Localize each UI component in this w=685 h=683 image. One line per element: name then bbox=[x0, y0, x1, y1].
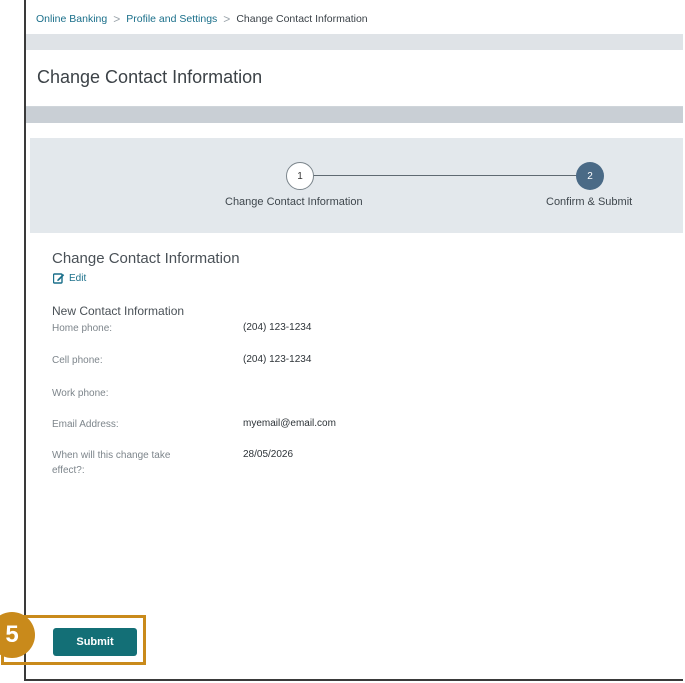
work-phone-label: Work phone: bbox=[52, 388, 109, 399]
chevron-right-icon: > bbox=[223, 12, 231, 26]
edit-icon bbox=[53, 273, 65, 284]
home-phone-label: Home phone: bbox=[52, 323, 113, 334]
title-bar: Change Contact Information bbox=[26, 50, 683, 107]
effective-date-value: 28/05/2026 bbox=[243, 449, 294, 460]
step-1-circle[interactable]: 1 bbox=[286, 162, 314, 190]
breadcrumb-profile-settings[interactable]: Profile and Settings bbox=[126, 13, 217, 25]
page-title: Change Contact Information bbox=[37, 67, 263, 87]
progress-stepper: 1 2 Change Contact Information Confirm &… bbox=[30, 138, 683, 233]
breadcrumb: Online Banking > Profile and Settings > … bbox=[36, 12, 368, 26]
email-value: myemail@email.com bbox=[243, 418, 336, 429]
app-frame: Online Banking > Profile and Settings > … bbox=[24, 0, 683, 681]
title-band bbox=[26, 107, 683, 123]
breadcrumb-online-banking[interactable]: Online Banking bbox=[36, 13, 107, 25]
cell-phone-label: Cell phone: bbox=[52, 355, 103, 366]
effective-date-label: When will this change take effect?: bbox=[52, 450, 171, 476]
edit-link[interactable]: Edit bbox=[53, 272, 86, 284]
home-phone-value: (204) 123-1234 bbox=[243, 322, 312, 333]
cell-phone-value: (204) 123-1234 bbox=[243, 354, 312, 365]
header-band bbox=[26, 34, 683, 50]
step-2-circle: 2 bbox=[576, 162, 604, 190]
step-1-label: Change Contact Information bbox=[225, 196, 363, 208]
email-label: Email Address: bbox=[52, 419, 119, 430]
section-title: Change Contact Information bbox=[52, 250, 240, 267]
step-2-label: Confirm & Submit bbox=[546, 196, 633, 208]
stepper-line bbox=[312, 175, 596, 176]
breadcrumb-current: Change Contact Information bbox=[236, 13, 368, 25]
new-contact-subtitle: New Contact Information bbox=[52, 304, 185, 318]
chevron-right-icon: > bbox=[113, 12, 121, 26]
edit-label[interactable]: Edit bbox=[69, 273, 86, 284]
